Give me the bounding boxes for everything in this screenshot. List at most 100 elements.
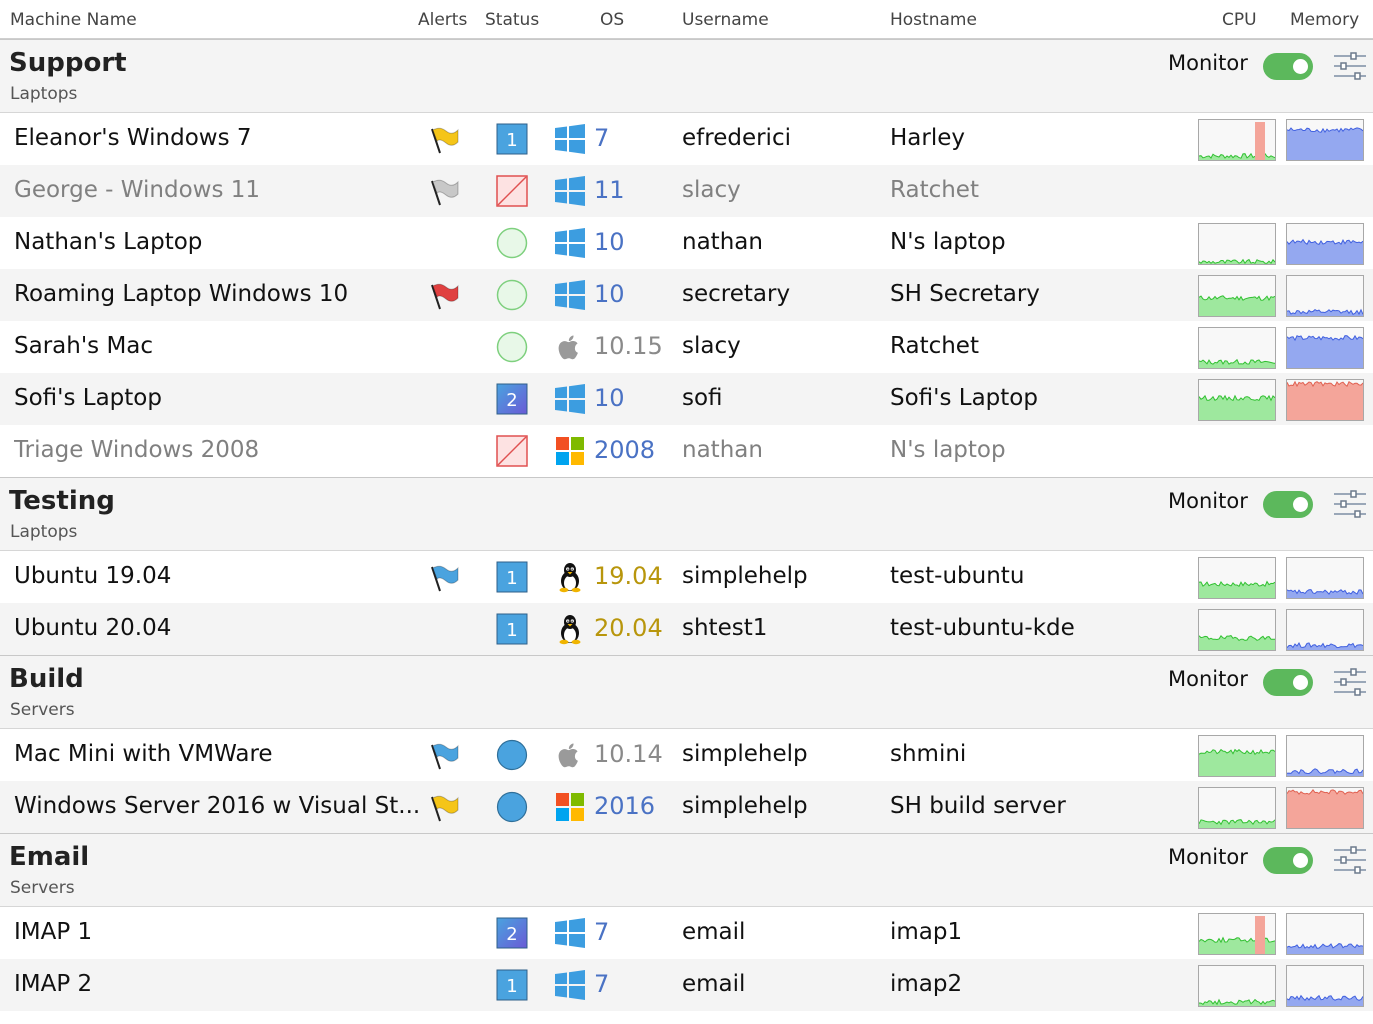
col-cpu[interactable]: CPU bbox=[1222, 10, 1257, 30]
group-settings-sliders-icon[interactable] bbox=[1334, 668, 1366, 696]
toggle-knob bbox=[1293, 853, 1308, 868]
hostname: Ratchet bbox=[890, 177, 979, 203]
svg-text:1: 1 bbox=[506, 130, 517, 151]
hostname: test-ubuntu-kde bbox=[890, 615, 1075, 641]
status-2-icon: 2 bbox=[496, 917, 528, 949]
memory-graph bbox=[1286, 379, 1364, 421]
group-subtitle: Servers bbox=[10, 878, 75, 898]
svg-text:2: 2 bbox=[506, 924, 517, 945]
memory-graph bbox=[1286, 787, 1364, 829]
os-apple-icon bbox=[554, 331, 586, 363]
machine-name: IMAP 2 bbox=[14, 971, 93, 997]
monitor-toggle[interactable] bbox=[1263, 669, 1313, 696]
table-row[interactable]: Ubuntu 19.04 1 19.04 simplehelp test-ubunt… bbox=[0, 551, 1373, 603]
toggle-knob bbox=[1293, 497, 1308, 512]
status-offline-icon bbox=[496, 175, 528, 207]
alert-flag-blue-icon[interactable] bbox=[428, 563, 460, 595]
monitor-label: Monitor bbox=[1168, 667, 1248, 691]
group-title: Email bbox=[9, 842, 90, 872]
table-row[interactable]: Triage Windows 2008 2008 nathan N's laptop bbox=[0, 425, 1373, 477]
group-title: Testing bbox=[9, 486, 115, 516]
status-1-icon: 1 bbox=[496, 613, 528, 645]
cpu-graph bbox=[1198, 557, 1276, 599]
cpu-graph bbox=[1198, 913, 1276, 955]
os-linux-icon bbox=[554, 613, 586, 645]
username: secretary bbox=[682, 281, 791, 307]
group-support[interactable]: Support Laptops Monitor bbox=[0, 39, 1373, 113]
alert-flag-gray-icon[interactable] bbox=[428, 177, 460, 209]
machine-name: Eleanor's Windows 7 bbox=[14, 125, 252, 151]
col-memory[interactable]: Memory bbox=[1290, 10, 1359, 30]
username: nathan bbox=[682, 437, 763, 463]
group-email[interactable]: Email Servers Monitor bbox=[0, 833, 1373, 907]
cpu-graph bbox=[1198, 223, 1276, 265]
machine-name: Triage Windows 2008 bbox=[14, 437, 260, 463]
cpu-graph bbox=[1198, 735, 1276, 777]
status-idle-icon bbox=[496, 331, 528, 363]
group-testing[interactable]: Testing Laptops Monitor bbox=[0, 477, 1373, 551]
monitor-label: Monitor bbox=[1168, 845, 1248, 869]
table-row[interactable]: Roaming Laptop Windows 10 10 secretary SH … bbox=[0, 269, 1373, 321]
hostname: shmini bbox=[890, 741, 967, 767]
status-idle-icon bbox=[496, 227, 528, 259]
table-row[interactable]: Sofi's Laptop 2 10 sofi Sofi's Laptop bbox=[0, 373, 1373, 425]
group-settings-sliders-icon[interactable] bbox=[1334, 846, 1366, 874]
os-windows-blue-icon bbox=[554, 383, 586, 415]
group-settings-sliders-icon[interactable] bbox=[1334, 52, 1366, 80]
group-build[interactable]: Build Servers Monitor bbox=[0, 655, 1373, 729]
os-windows-blue-icon bbox=[554, 175, 586, 207]
os-version: 10.14 bbox=[594, 740, 663, 768]
memory-graph bbox=[1286, 327, 1364, 369]
os-version: 20.04 bbox=[594, 614, 663, 642]
username: email bbox=[682, 971, 746, 997]
table-row[interactable]: IMAP 1 2 7 email imap1 bbox=[0, 907, 1373, 959]
status-active-icon bbox=[496, 791, 528, 823]
col-machine-name[interactable]: Machine Name bbox=[10, 10, 137, 30]
table-row[interactable]: IMAP 2 1 7 email imap2 bbox=[0, 959, 1373, 1011]
username: email bbox=[682, 919, 746, 945]
col-alerts[interactable]: Alerts bbox=[418, 10, 467, 30]
alert-flag-blue-icon[interactable] bbox=[428, 741, 460, 773]
hostname: SH Secretary bbox=[890, 281, 1040, 307]
machine-name: Windows Server 2016 w Visual St... bbox=[14, 793, 421, 819]
table-row[interactable]: Windows Server 2016 w Visual St... 2016 s… bbox=[0, 781, 1373, 833]
table-row[interactable]: Eleanor's Windows 7 1 7 efrederici Harley bbox=[0, 113, 1373, 165]
hostname: Harley bbox=[890, 125, 965, 151]
status-active-icon bbox=[496, 739, 528, 771]
memory-graph bbox=[1286, 275, 1364, 317]
hostname: Sofi's Laptop bbox=[890, 385, 1038, 411]
cpu-graph bbox=[1198, 609, 1276, 651]
machine-name: Ubuntu 19.04 bbox=[14, 563, 172, 589]
column-header: Machine Name Alerts Status OS Username H… bbox=[0, 0, 1373, 39]
svg-text:1: 1 bbox=[506, 568, 517, 589]
monitor-toggle[interactable] bbox=[1263, 53, 1313, 80]
col-hostname[interactable]: Hostname bbox=[890, 10, 977, 30]
table-row[interactable]: Sarah's Mac 10.15 slacy Ratchet bbox=[0, 321, 1373, 373]
alert-flag-red-icon[interactable] bbox=[428, 281, 460, 313]
os-version: 10 bbox=[594, 384, 625, 412]
hostname: Ratchet bbox=[890, 333, 979, 359]
svg-text:2: 2 bbox=[506, 390, 517, 411]
cpu-graph bbox=[1198, 787, 1276, 829]
username: simplehelp bbox=[682, 563, 808, 589]
cpu-graph bbox=[1198, 275, 1276, 317]
alert-flag-yellow-icon[interactable] bbox=[428, 125, 460, 157]
username: nathan bbox=[682, 229, 763, 255]
monitor-toggle[interactable] bbox=[1263, 491, 1313, 518]
table-row[interactable]: Nathan's Laptop 10 nathan N's laptop bbox=[0, 217, 1373, 269]
cpu-graph bbox=[1198, 327, 1276, 369]
table-row[interactable]: George - Windows 11 11 slacy Ratchet bbox=[0, 165, 1373, 217]
table-row[interactable]: Mac Mini with VMWare 10.14 simplehelp shmi… bbox=[0, 729, 1373, 781]
col-status[interactable]: Status bbox=[485, 10, 539, 30]
group-title: Build bbox=[9, 664, 84, 694]
monitor-label: Monitor bbox=[1168, 489, 1248, 513]
alert-flag-yellow-icon[interactable] bbox=[428, 793, 460, 825]
col-username[interactable]: Username bbox=[682, 10, 769, 30]
os-version: 2008 bbox=[594, 436, 656, 464]
col-os[interactable]: OS bbox=[600, 10, 624, 30]
monitor-toggle[interactable] bbox=[1263, 847, 1313, 874]
status-1-icon: 1 bbox=[496, 561, 528, 593]
username: sofi bbox=[682, 385, 723, 411]
table-row[interactable]: Ubuntu 20.04 1 20.04 shtest1 test-ubuntu-k… bbox=[0, 603, 1373, 655]
group-settings-sliders-icon[interactable] bbox=[1334, 490, 1366, 518]
